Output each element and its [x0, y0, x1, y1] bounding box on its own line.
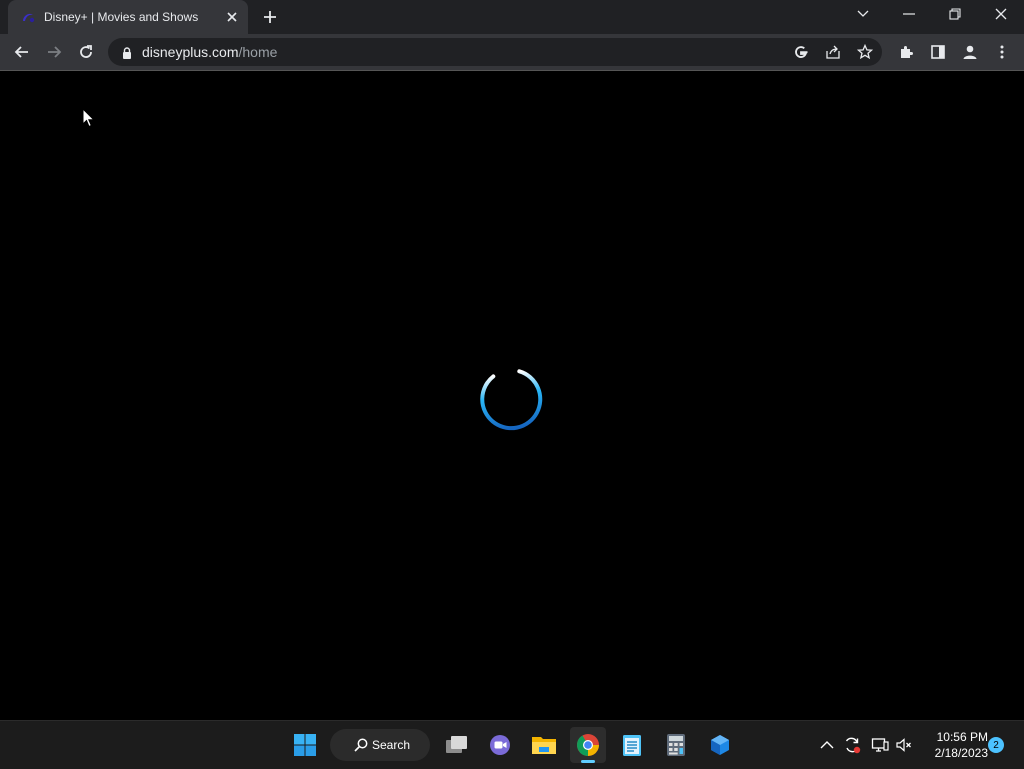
chrome-icon [577, 734, 599, 756]
network-icon[interactable] [870, 735, 890, 755]
search-icon [354, 738, 368, 752]
active-indicator [581, 760, 595, 763]
clock-date: 2/18/2023 [934, 746, 988, 760]
sync-icon[interactable] [842, 735, 862, 755]
teams-chat-button[interactable] [482, 727, 518, 763]
calculator-icon [667, 734, 685, 756]
share-icon[interactable] [822, 41, 844, 63]
reload-button[interactable] [72, 38, 100, 66]
restore-button[interactable] [932, 0, 978, 28]
tab-close-icon[interactable] [222, 7, 242, 27]
forward-button[interactable] [40, 38, 68, 66]
notepad-button[interactable] [614, 727, 650, 763]
google-lens-icon[interactable] [790, 41, 812, 63]
teams-chat-icon [490, 735, 510, 755]
chrome-menu-icon[interactable] [988, 38, 1016, 66]
show-hidden-icons-chevron-up-icon[interactable] [817, 735, 837, 755]
chrome-taskbar-button[interactable] [570, 727, 606, 763]
side-panel-icon[interactable] [924, 38, 952, 66]
extensions-icon[interactable] [892, 38, 920, 66]
close-window-button[interactable] [978, 0, 1024, 28]
url-host: disneyplus.com [142, 44, 239, 60]
windows-taskbar: Search 10:56 PM 2/18/2023 2 [0, 720, 1024, 769]
tab-disney-plus[interactable]: Disney+ | Movies and Shows [8, 0, 248, 34]
start-button[interactable] [287, 727, 323, 763]
task-view-icon [446, 736, 467, 753]
paint3d-icon [711, 735, 729, 755]
paint3d-button[interactable] [702, 727, 738, 763]
windows-logo-icon [294, 734, 316, 756]
search-label: Search [372, 738, 411, 752]
new-tab-button[interactable] [258, 6, 282, 28]
bookmark-star-icon[interactable] [854, 41, 876, 63]
notification-badge[interactable]: 2 [988, 737, 1004, 753]
loading-spinner-icon [480, 369, 543, 431]
browser-toolbar: disneyplus.com/home [0, 34, 1024, 71]
calculator-button[interactable] [658, 727, 694, 763]
lock-icon[interactable] [120, 45, 134, 59]
taskbar-clock[interactable]: 10:56 PM 2/18/2023 [922, 729, 988, 761]
url-text: disneyplus.com/home [142, 44, 277, 60]
volume-muted-icon[interactable] [894, 735, 914, 755]
disney-plus-icon [20, 9, 36, 25]
notepad-icon [623, 735, 641, 756]
file-explorer-button[interactable] [526, 727, 562, 763]
address-bar[interactable]: disneyplus.com/home [108, 38, 882, 66]
clock-time: 10:56 PM [936, 730, 988, 744]
file-explorer-icon [532, 737, 556, 754]
profile-icon[interactable] [956, 38, 984, 66]
page-content [0, 71, 1024, 720]
mouse-cursor-icon [82, 108, 96, 128]
minimize-button[interactable] [886, 0, 932, 28]
tab-title: Disney+ | Movies and Shows [44, 10, 199, 24]
back-button[interactable] [8, 38, 36, 66]
task-view-button[interactable] [438, 727, 474, 763]
tab-search-button[interactable] [840, 0, 886, 28]
taskbar-search[interactable]: Search [330, 729, 430, 761]
url-path: /home [238, 44, 278, 60]
tab-strip: Disney+ | Movies and Shows [0, 0, 1024, 34]
